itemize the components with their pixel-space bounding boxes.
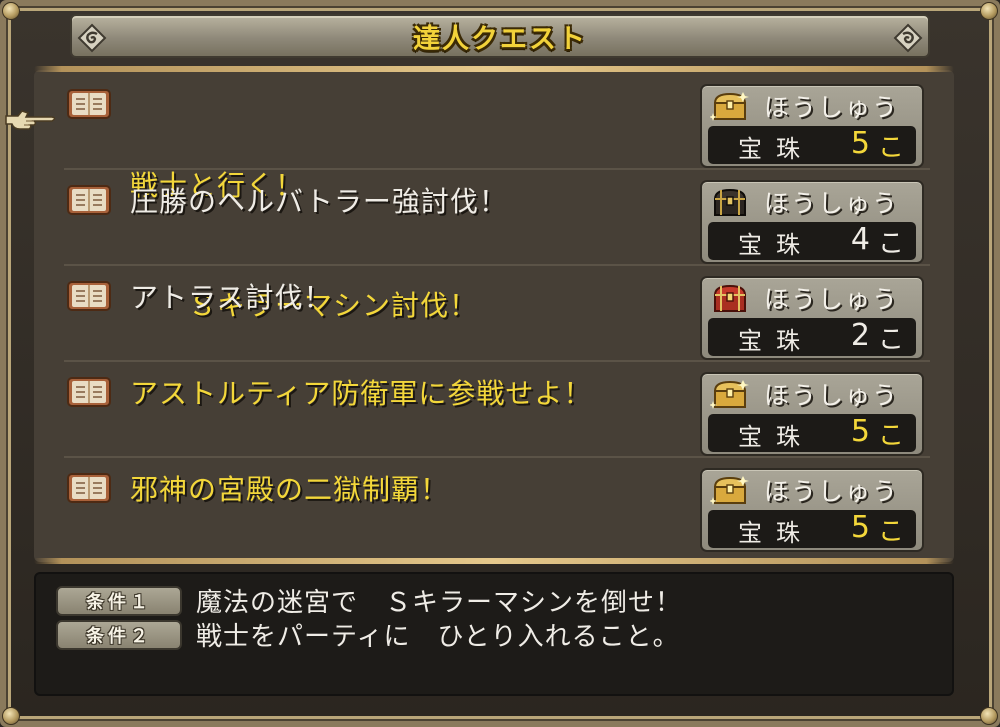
- quest-book-icon: [66, 182, 112, 218]
- divider: [34, 558, 954, 564]
- title-bar: 達人クエスト: [70, 14, 930, 58]
- conditions-panel: 条件１ 魔法の迷宮で Ｓキラーマシンを倒せ！ 条件２ 戦士をパーティに ひとり入…: [34, 572, 954, 696]
- gold-chest-icon: [709, 473, 750, 507]
- reward-box: ほうしゅう 宝珠 5 こ: [700, 372, 924, 456]
- condition-text: 魔法の迷宮で Ｓキラーマシンを倒せ！: [196, 588, 683, 618]
- reward-detail: 宝珠 5 こ: [708, 414, 916, 452]
- reward-item-name: 宝珠: [738, 423, 814, 451]
- reward-label: ほうしゅう: [764, 477, 900, 506]
- reward-detail: 宝珠 5 こ: [708, 126, 916, 164]
- quest-book-icon: [66, 86, 112, 122]
- frame-corner-ornament: [980, 707, 998, 725]
- red-chest-icon: [710, 281, 750, 315]
- frame-corner-ornament: [980, 2, 998, 20]
- quest-row[interactable]: 圧勝のヘルバトラー強討伐！ ほうしゅう 宝珠 4 こ: [64, 170, 930, 266]
- gold-chest-icon: [709, 89, 750, 123]
- scroll-ornament-icon: [892, 22, 924, 54]
- reward-box: ほうしゅう 宝珠 5 こ: [700, 84, 924, 168]
- quest-title: アトラス討伐！: [130, 281, 333, 314]
- quest-row[interactable]: 邪神の宮殿の二獄制覇！ ほうしゅう 宝珠 5 こ: [64, 458, 930, 554]
- reward-unit: こ: [877, 133, 904, 163]
- frame-corner-ornament: [2, 2, 20, 20]
- reward-unit: こ: [877, 421, 904, 451]
- reward-box: ほうしゅう 宝珠 2 こ: [700, 276, 924, 360]
- quest-title: 圧勝のヘルバトラー強討伐！: [130, 185, 508, 218]
- reward-unit: こ: [877, 325, 904, 355]
- reward-box: ほうしゅう 宝珠 4 こ: [700, 180, 924, 264]
- black-chest-icon: [710, 185, 750, 219]
- reward-detail: 宝珠 2 こ: [708, 318, 916, 356]
- reward-label: ほうしゅう: [764, 93, 900, 122]
- reward-detail: 宝珠 4 こ: [708, 222, 916, 260]
- reward-count: 4: [850, 222, 870, 257]
- quest-title: アストルティア防衛軍に参戦せよ！: [130, 377, 593, 410]
- quest-book-icon: [66, 374, 112, 410]
- condition-text: 戦士をパーティに ひとり入れること。: [196, 622, 680, 652]
- reward-label: ほうしゅう: [764, 381, 900, 410]
- quest-book-icon: [66, 278, 112, 314]
- reward-count: 2: [850, 318, 870, 353]
- reward-count: 5: [850, 126, 870, 161]
- page-title: 達人クエスト: [413, 23, 587, 55]
- frame-corner-ornament: [2, 707, 20, 725]
- reward-count: 5: [850, 414, 870, 449]
- reward-item-name: 宝珠: [738, 327, 814, 355]
- reward-item-name: 宝珠: [738, 135, 814, 163]
- reward-unit: こ: [877, 517, 904, 547]
- reward-item-name: 宝珠: [738, 519, 814, 547]
- reward-unit: こ: [877, 229, 904, 259]
- quest-row[interactable]: 戦士と行く！ Ｓキラーマシン討伐！ ほうしゅう 宝珠 5 こ: [64, 74, 930, 322]
- quest-title: 邪神の宮殿の二獄制覇！: [130, 473, 450, 506]
- pointing-hand-cursor-icon: [4, 104, 60, 132]
- scroll-ornament-icon: [76, 22, 108, 54]
- quest-row[interactable]: アストルティア防衛軍に参戦せよ！ ほうしゅう 宝珠 5 こ: [64, 362, 930, 458]
- condition-badge: 条件１: [56, 586, 182, 616]
- reward-box: ほうしゅう 宝珠 5 こ: [700, 468, 924, 552]
- condition-badge: 条件２: [56, 620, 182, 650]
- divider: [34, 66, 954, 72]
- reward-count: 5: [850, 510, 870, 545]
- quest-row[interactable]: アトラス討伐！ ほうしゅう 宝珠 2 こ: [64, 266, 930, 362]
- quest-book-icon: [66, 470, 112, 506]
- reward-label: ほうしゅう: [764, 189, 900, 218]
- gold-chest-icon: [709, 377, 750, 411]
- reward-item-name: 宝珠: [738, 231, 814, 259]
- reward-label: ほうしゅう: [764, 285, 900, 314]
- reward-detail: 宝珠 5 こ: [708, 510, 916, 548]
